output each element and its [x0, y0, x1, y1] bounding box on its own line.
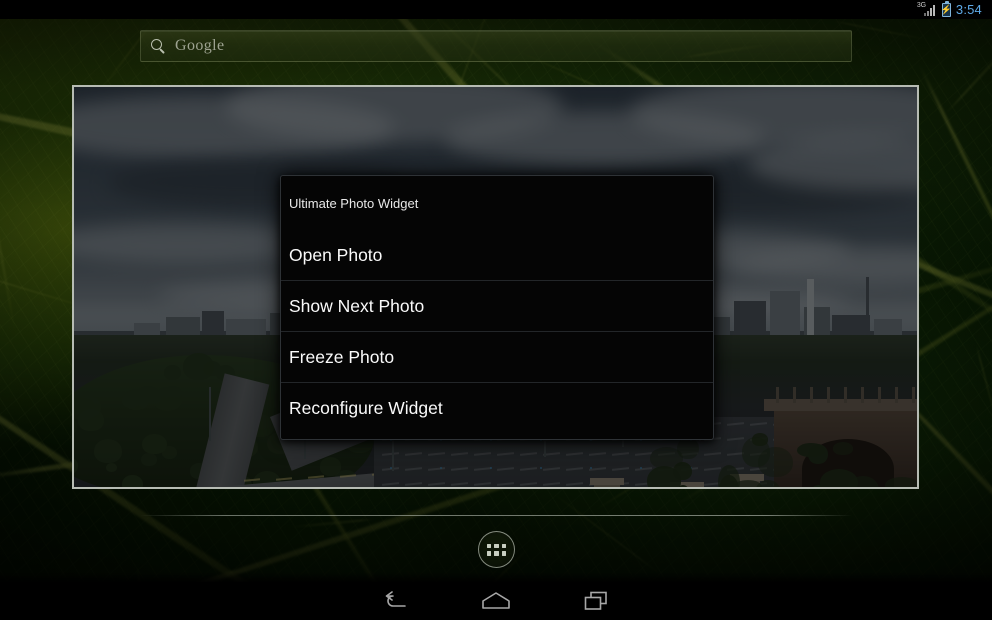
dialog-title: Ultimate Photo Widget — [281, 176, 713, 230]
dialog-item-label: Show Next Photo — [289, 296, 424, 317]
dialog-item-open-photo[interactable]: Open Photo — [281, 230, 713, 280]
status-bar[interactable]: 3G ⚡ 3:54 — [0, 0, 992, 19]
widget-context-menu[interactable]: Ultimate Photo Widget Open Photo Show Ne… — [280, 175, 714, 440]
apps-grid-icon — [487, 544, 507, 556]
search-icon[interactable] — [151, 39, 166, 54]
dialog-item-reconfigure-widget[interactable]: Reconfigure Widget — [281, 383, 713, 433]
signal-bars — [924, 5, 937, 16]
clock: 3:54 — [956, 3, 982, 17]
search-input[interactable]: Google — [175, 37, 225, 55]
battery-bolt-glyph: ⚡ — [941, 5, 952, 14]
dialog-bottom-padding — [281, 433, 713, 439]
app-drawer-button[interactable] — [478, 531, 515, 568]
navbar-fade — [0, 572, 992, 582]
dialog-item-label: Open Photo — [289, 245, 382, 266]
navigation-bar — [0, 582, 992, 620]
home-button[interactable] — [446, 582, 546, 620]
back-button[interactable] — [346, 582, 446, 620]
signal-3g-icon: 3G — [917, 3, 937, 17]
dialog-item-freeze-photo[interactable]: Freeze Photo — [281, 332, 713, 382]
dialog-item-label: Reconfigure Widget — [289, 398, 443, 419]
status-bar-icons: 3G ⚡ 3:54 — [917, 3, 982, 17]
recents-button[interactable] — [546, 582, 646, 620]
hotseat-divider — [140, 515, 852, 516]
home-icon — [480, 590, 512, 612]
dialog-item-label: Freeze Photo — [289, 347, 394, 368]
recent-apps-icon — [582, 589, 610, 613]
battery-charging-icon: ⚡ — [942, 3, 951, 17]
google-search-bar[interactable]: Google — [140, 30, 852, 62]
dialog-item-show-next-photo[interactable]: Show Next Photo — [281, 281, 713, 331]
android-home-screen: 3G ⚡ 3:54 Google Ultimate Photo Widget O… — [0, 0, 992, 620]
back-arrow-icon — [381, 589, 411, 613]
